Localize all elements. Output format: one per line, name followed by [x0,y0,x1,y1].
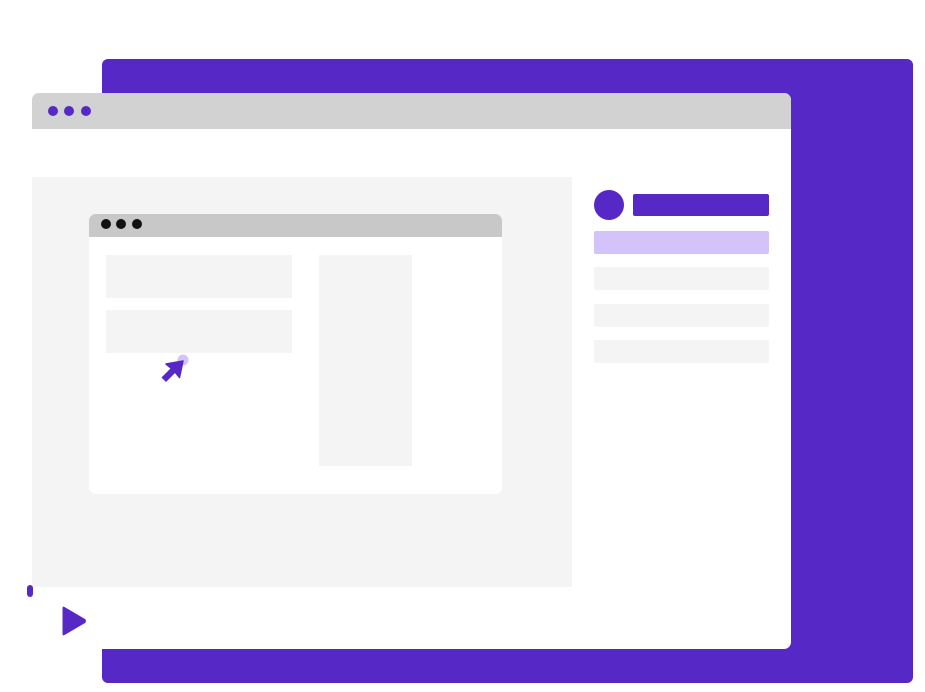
inner-window-dot-icon [101,219,111,229]
list-item[interactable] [594,304,769,327]
sidebar-header-bar [633,194,769,216]
placeholder-block [106,255,292,298]
window-dot-icon [64,106,74,116]
list-item[interactable] [594,231,769,254]
list-item[interactable] [594,267,769,290]
list-item[interactable] [594,340,769,363]
inner-window-dot-icon [116,219,126,229]
inner-window [89,214,502,494]
inner-window-titlebar [89,214,502,237]
browser-window [32,93,791,649]
cursor-arrow-icon [161,354,189,382]
inner-window-dot-icon [132,219,142,229]
illustration [0,0,925,692]
video-area [32,177,572,587]
window-dot-icon [81,106,91,116]
placeholder-column [319,255,412,466]
browser-titlebar [32,93,791,129]
window-dot-icon [48,106,58,116]
progress-scrubber-handle[interactable] [27,585,33,597]
play-icon[interactable] [60,605,88,637]
placeholder-block [106,310,292,353]
avatar [594,190,624,220]
